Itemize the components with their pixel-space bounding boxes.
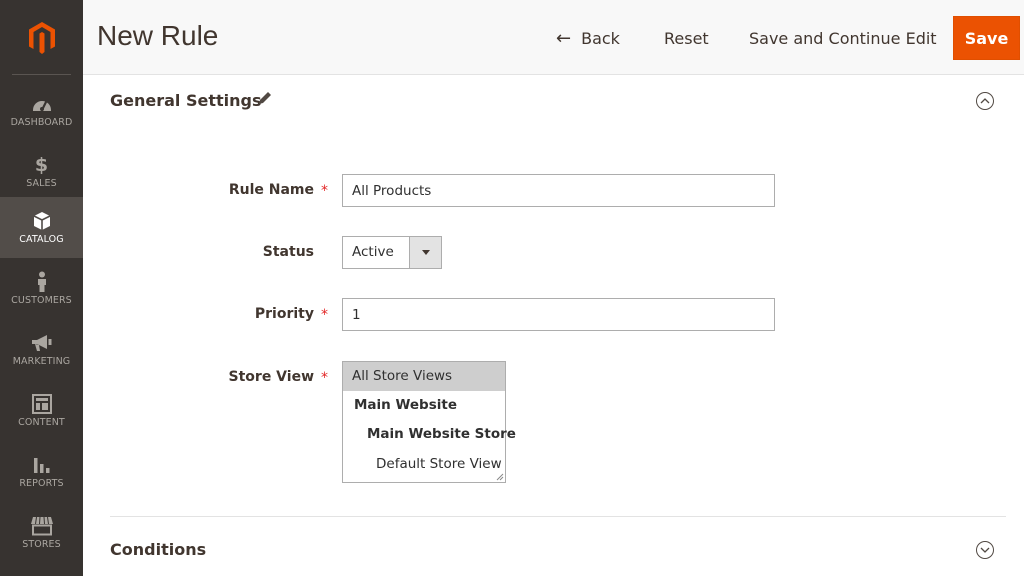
sidebar-item-sales[interactable]: $ SALES <box>0 141 83 202</box>
required-marker: * <box>321 370 328 386</box>
status-select[interactable]: Active <box>342 236 442 269</box>
status-label: Status <box>262 244 314 260</box>
required-marker: * <box>321 183 328 199</box>
store-view-option[interactable]: All Store Views <box>343 362 505 391</box>
dollar-glyph: $ <box>34 154 49 176</box>
chevron-up-icon <box>980 98 990 104</box>
logo-divider <box>12 74 71 75</box>
general-settings-title[interactable]: General Settings <box>110 91 262 110</box>
store-icon <box>30 515 54 537</box>
chevron-down-icon <box>980 547 990 553</box>
expand-conditions-button[interactable] <box>976 541 994 559</box>
megaphone-icon <box>31 332 53 354</box>
bar-chart-icon <box>32 454 52 476</box>
sidebar-item-label: SALES <box>26 178 57 189</box>
page-title: New Rule <box>97 20 219 51</box>
resize-handle-icon[interactable] <box>496 473 504 481</box>
person-icon <box>35 271 49 293</box>
sidebar-item-marketing[interactable]: MARKETING <box>0 319 83 380</box>
sidebar-item-label: CUSTOMERS <box>11 295 72 306</box>
store-view-option[interactable]: Default Store View <box>343 450 505 479</box>
admin-sidebar: DASHBOARD $ SALES CATALOG CUSTOMERS MARK… <box>0 0 83 576</box>
dollar-icon: $ <box>35 154 48 176</box>
sidebar-item-label: DASHBOARD <box>10 117 73 128</box>
arrow-left-icon: ← <box>556 27 572 49</box>
magento-logo-icon[interactable] <box>0 0 83 75</box>
back-label: Back <box>581 28 620 48</box>
layout-icon <box>31 393 52 415</box>
sidebar-item-content[interactable]: CONTENT <box>0 380 83 441</box>
dashboard-icon <box>32 93 52 115</box>
sidebar-item-label: REPORTS <box>19 478 64 489</box>
sidebar-item-reports[interactable]: REPORTS <box>0 441 83 502</box>
rule-name-label: Rule Name <box>228 182 314 198</box>
sidebar-item-label: MARKETING <box>12 356 71 367</box>
reset-button[interactable]: Reset <box>664 16 709 60</box>
sidebar-item-customers[interactable]: CUSTOMERS <box>0 258 83 319</box>
store-view-option[interactable]: Main Website Store <box>343 420 516 449</box>
section-divider <box>110 516 1006 517</box>
pencil-icon <box>257 90 273 110</box>
save-and-continue-button[interactable]: Save and Continue Edit <box>749 16 937 60</box>
save-button[interactable]: Save <box>953 16 1020 60</box>
required-marker: * <box>321 307 328 323</box>
conditions-title[interactable]: Conditions <box>110 540 206 559</box>
priority-label: Priority <box>254 306 314 322</box>
page-header: New Rule ← Back Reset Save and Continue … <box>83 0 1024 75</box>
rule-name-input[interactable] <box>342 174 775 207</box>
box-icon <box>33 210 51 232</box>
status-value: Active <box>352 244 394 260</box>
priority-input[interactable] <box>342 298 775 331</box>
dropdown-arrow-icon <box>409 237 441 268</box>
sidebar-item-label: CATALOG <box>19 234 64 245</box>
sidebar-item-catalog[interactable]: CATALOG <box>0 197 83 258</box>
store-view-option[interactable]: Main Website <box>343 391 505 420</box>
sidebar-item-stores[interactable]: STORES <box>0 502 83 563</box>
store-view-label: Store View <box>228 369 314 385</box>
collapse-general-settings-button[interactable] <box>976 92 994 110</box>
sidebar-item-dashboard[interactable]: DASHBOARD <box>0 80 83 141</box>
sidebar-item-label: CONTENT <box>18 417 65 428</box>
sidebar-item-label: STORES <box>22 539 61 550</box>
store-view-multiselect[interactable]: All Store Views Main Website Main Websit… <box>342 361 516 483</box>
back-button[interactable]: ← Back <box>556 16 620 60</box>
